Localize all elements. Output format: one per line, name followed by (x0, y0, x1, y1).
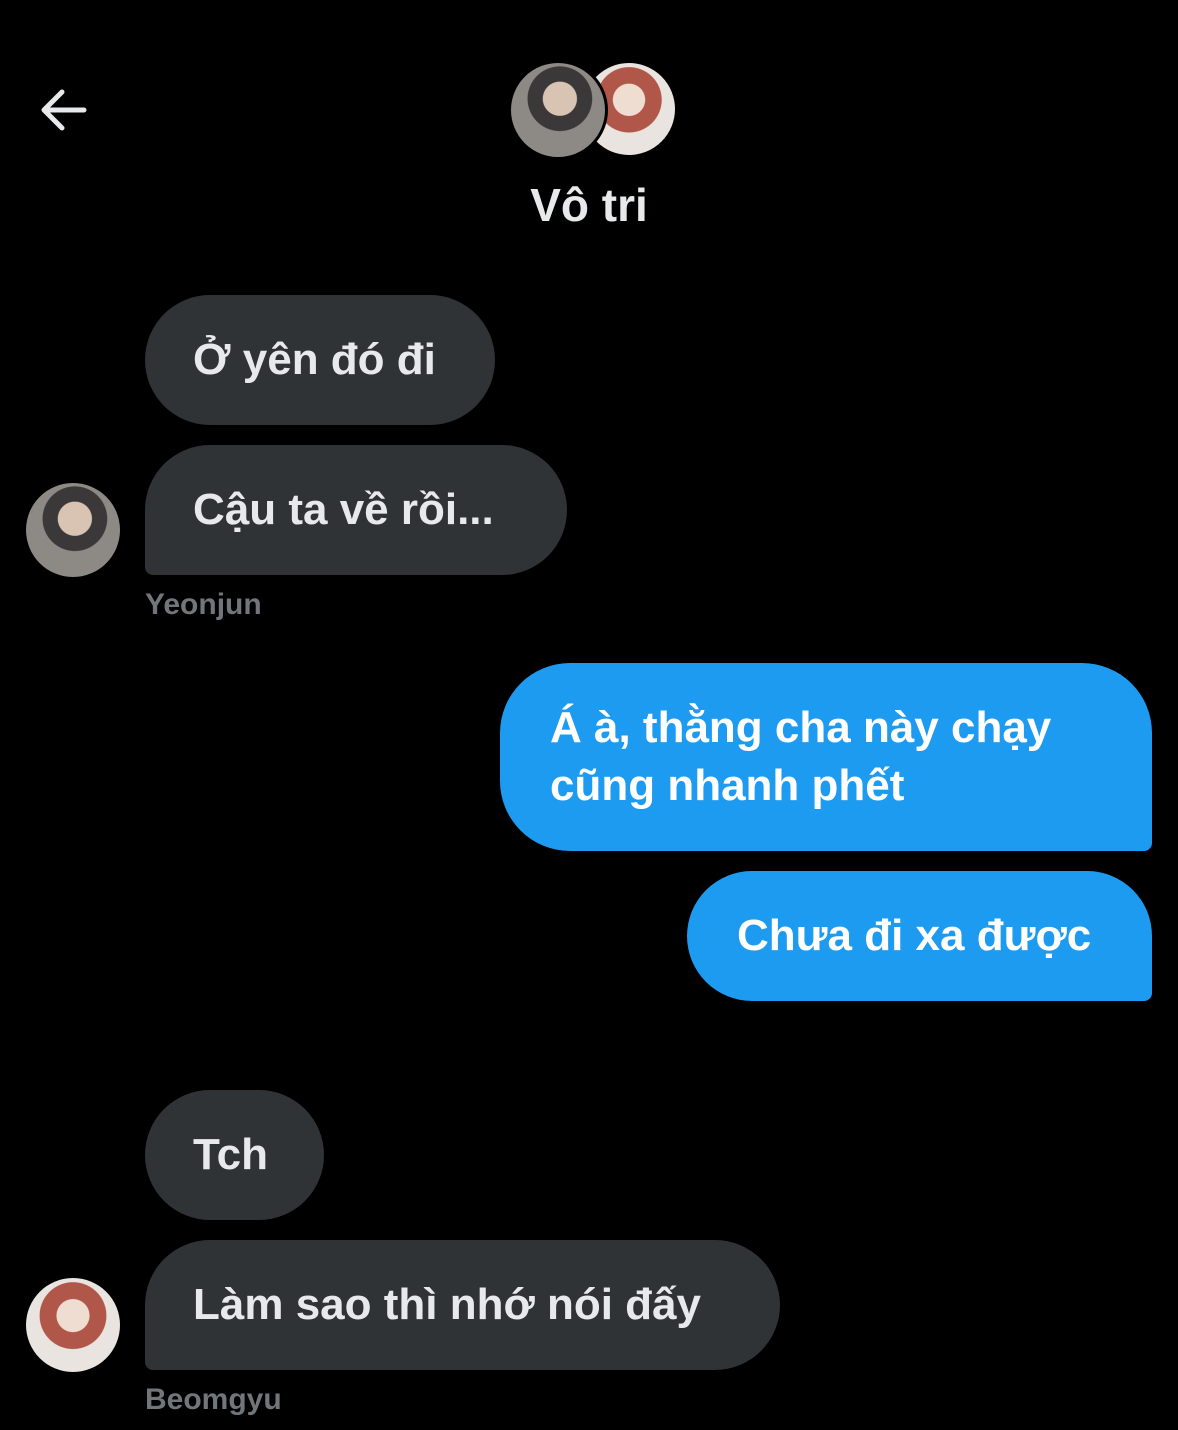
message-bubble-outgoing[interactable]: Á à, thằng cha này chạy cũng nhanh phết (500, 663, 1152, 851)
arrow-left-icon (41, 89, 87, 131)
message-bubble-incoming[interactable]: Cậu ta về rồi... (145, 445, 567, 575)
message-bubble-incoming[interactable]: Tch (145, 1090, 324, 1220)
sender-avatar-beomgyu[interactable] (26, 1278, 120, 1372)
group-avatar[interactable] (508, 60, 678, 160)
sender-avatar-yeonjun[interactable] (26, 483, 120, 577)
sender-name-label: Yeonjun (145, 588, 262, 621)
message-bubble-incoming[interactable]: Làm sao thì nhớ nói đấy (145, 1240, 780, 1370)
sender-name-label: Beomgyu (145, 1383, 282, 1416)
avatar-yeonjun (508, 60, 608, 160)
message-bubble-incoming[interactable]: Ở yên đó đi (145, 295, 495, 425)
back-button[interactable] (30, 78, 94, 142)
dm-conversation-screen: Vô tri Ở yên đó đi Cậu ta về rồi... Yeon… (0, 0, 1178, 1430)
conversation-title[interactable]: Vô tri (0, 178, 1178, 232)
message-bubble-outgoing[interactable]: Chưa đi xa được (687, 871, 1152, 1001)
